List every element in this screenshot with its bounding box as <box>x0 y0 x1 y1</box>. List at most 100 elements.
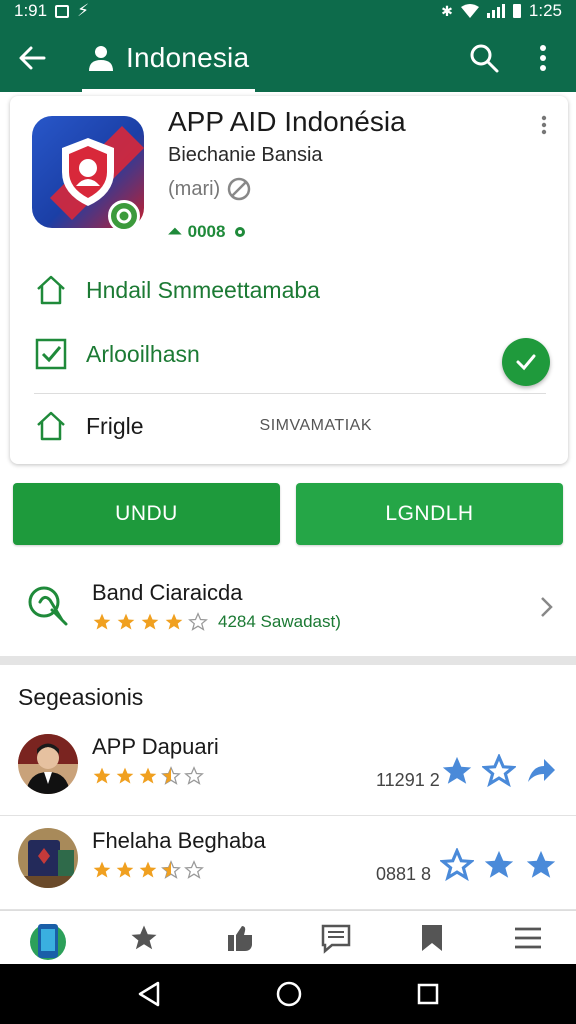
wifi-icon <box>460 4 479 18</box>
more-vert-icon <box>540 45 546 71</box>
list-item[interactable]: Fhelaha Beghaba 0881 8 <box>0 818 576 910</box>
app-name: APP AID Indonésia <box>168 106 406 137</box>
feature-row-3[interactable]: Frigle SIMVAMATIAK <box>34 406 554 446</box>
confirm-button[interactable] <box>502 338 550 386</box>
nav-menu[interactable] <box>480 911 576 964</box>
battery-icon <box>512 4 521 18</box>
blue-star-icon <box>484 850 514 878</box>
download-icon: ⏶ <box>168 222 182 241</box>
developer-name: Band Ciaraicda <box>92 580 243 605</box>
developer-rating: 4284 Sawadast) <box>92 612 341 632</box>
star-icon <box>131 925 157 949</box>
list-item-count: 0881 8 <box>376 864 432 884</box>
star-half-icon <box>161 860 181 879</box>
nav-bookmarks[interactable] <box>384 911 480 964</box>
home-circle-icon[interactable] <box>275 980 303 1008</box>
app-size: ⏶ 0008 <box>168 222 249 242</box>
star-filled-icon <box>93 613 111 630</box>
app-size-text: 0008 <box>187 222 226 241</box>
person-icon <box>89 46 113 71</box>
app-bar: Indonesia <box>0 22 576 92</box>
star-filled-icon <box>116 861 134 878</box>
star-empty-icon <box>184 860 204 879</box>
star-filled-icon <box>116 767 134 784</box>
comment-icon <box>321 924 351 954</box>
lgndlh-button[interactable]: LGNDLH <box>296 483 563 545</box>
app-card: APP AID Indonésia Biechanie Bansia (mari… <box>10 96 568 464</box>
tab-indicator <box>82 89 256 92</box>
list-item[interactable]: APP Dapuari 11291 2 <box>0 724 576 816</box>
back-button[interactable] <box>14 40 50 76</box>
list-item-count: 11291 2 <box>376 770 440 790</box>
feature-row-2[interactable]: Arlooilhasn <box>34 334 554 374</box>
bluetooth-icon: ✱ <box>441 2 453 19</box>
more-vert-icon <box>541 115 547 135</box>
home-icon <box>37 411 65 441</box>
back-triangle-icon[interactable] <box>136 980 162 1008</box>
nav-comments[interactable] <box>288 911 384 964</box>
blue-star-icon <box>442 756 472 784</box>
checkbox-icon <box>35 338 67 370</box>
list-item-name: Fhelaha Beghaba <box>92 828 266 853</box>
feature-row-1[interactable]: Hndail Smmeettamaba <box>34 270 554 310</box>
star-half-icon <box>161 766 181 785</box>
star-filled-icon <box>165 613 183 630</box>
status-time-right: 1:25 <box>528 1 562 20</box>
section-title: Segeasionis <box>18 684 144 710</box>
star-filled-icon <box>139 767 157 784</box>
overflow-menu-button[interactable] <box>528 40 558 76</box>
star-filled-icon <box>117 613 135 630</box>
verified-badge-icon <box>108 200 140 232</box>
notification-icon <box>55 4 70 18</box>
search-button[interactable] <box>466 40 502 76</box>
undu-button[interactable]: UNDU <box>13 483 280 545</box>
home-icon <box>37 275 65 305</box>
phone-app-icon <box>30 923 66 960</box>
developer-row[interactable]: Band Ciaraicda 4284 Sawadast) <box>0 566 576 652</box>
list-item-rating <box>92 860 204 880</box>
search-icon <box>470 44 499 73</box>
developer-rating-text: 4284 Sawadast) <box>218 612 341 631</box>
gear-icon <box>235 227 246 237</box>
title-tab[interactable]: Indonesia <box>82 36 256 92</box>
arrow-left-icon <box>19 46 46 70</box>
avatar <box>18 828 78 888</box>
app-meta-text: (mari) <box>168 177 221 200</box>
status-bar: 1:91 ⚡ ✱ 1:25 <box>0 0 576 22</box>
thumbs-up-icon <box>228 925 252 951</box>
star-empty-icon <box>188 612 208 631</box>
section-separator <box>0 656 576 665</box>
nav-home[interactable] <box>0 911 96 964</box>
nav-favorites[interactable] <box>96 911 192 964</box>
feature-label: Frigle <box>86 412 144 439</box>
avatar <box>18 734 78 794</box>
status-time-left: 1:91 <box>14 1 48 20</box>
nav-top[interactable] <box>192 911 288 964</box>
check-icon <box>516 354 536 371</box>
card-more-button[interactable] <box>536 114 552 136</box>
feature-label: Hndail Smmeettamaba <box>86 276 320 303</box>
settings-icon <box>227 177 251 201</box>
bookmark-icon <box>422 924 442 951</box>
app-developer[interactable]: Biechanie Bansia <box>168 144 323 167</box>
page-title: Indonesia <box>126 42 250 73</box>
feature-label: Arlooilhasn <box>86 340 200 367</box>
list-item-name: APP Dapuari <box>92 734 219 759</box>
menu-icon <box>515 927 541 948</box>
blue-star-outline-icon <box>482 754 516 788</box>
bottom-nav <box>0 910 576 964</box>
recents-square-icon[interactable] <box>416 982 440 1006</box>
star-filled-icon <box>93 861 111 878</box>
blue-star-outline-icon <box>440 848 474 882</box>
share-icon[interactable] <box>524 754 558 788</box>
blue-star-icon <box>526 850 556 878</box>
list-item-badges <box>440 848 558 882</box>
hand-icon <box>28 586 68 626</box>
app-meta: (mari) <box>168 176 252 202</box>
list-item-rating <box>92 766 204 786</box>
chevron-right-icon <box>541 597 553 617</box>
system-nav-bar <box>0 964 576 1024</box>
feature-sublabel: SIMVAMATIAK <box>259 417 372 434</box>
star-empty-icon <box>184 766 204 785</box>
star-filled-icon <box>93 767 111 784</box>
